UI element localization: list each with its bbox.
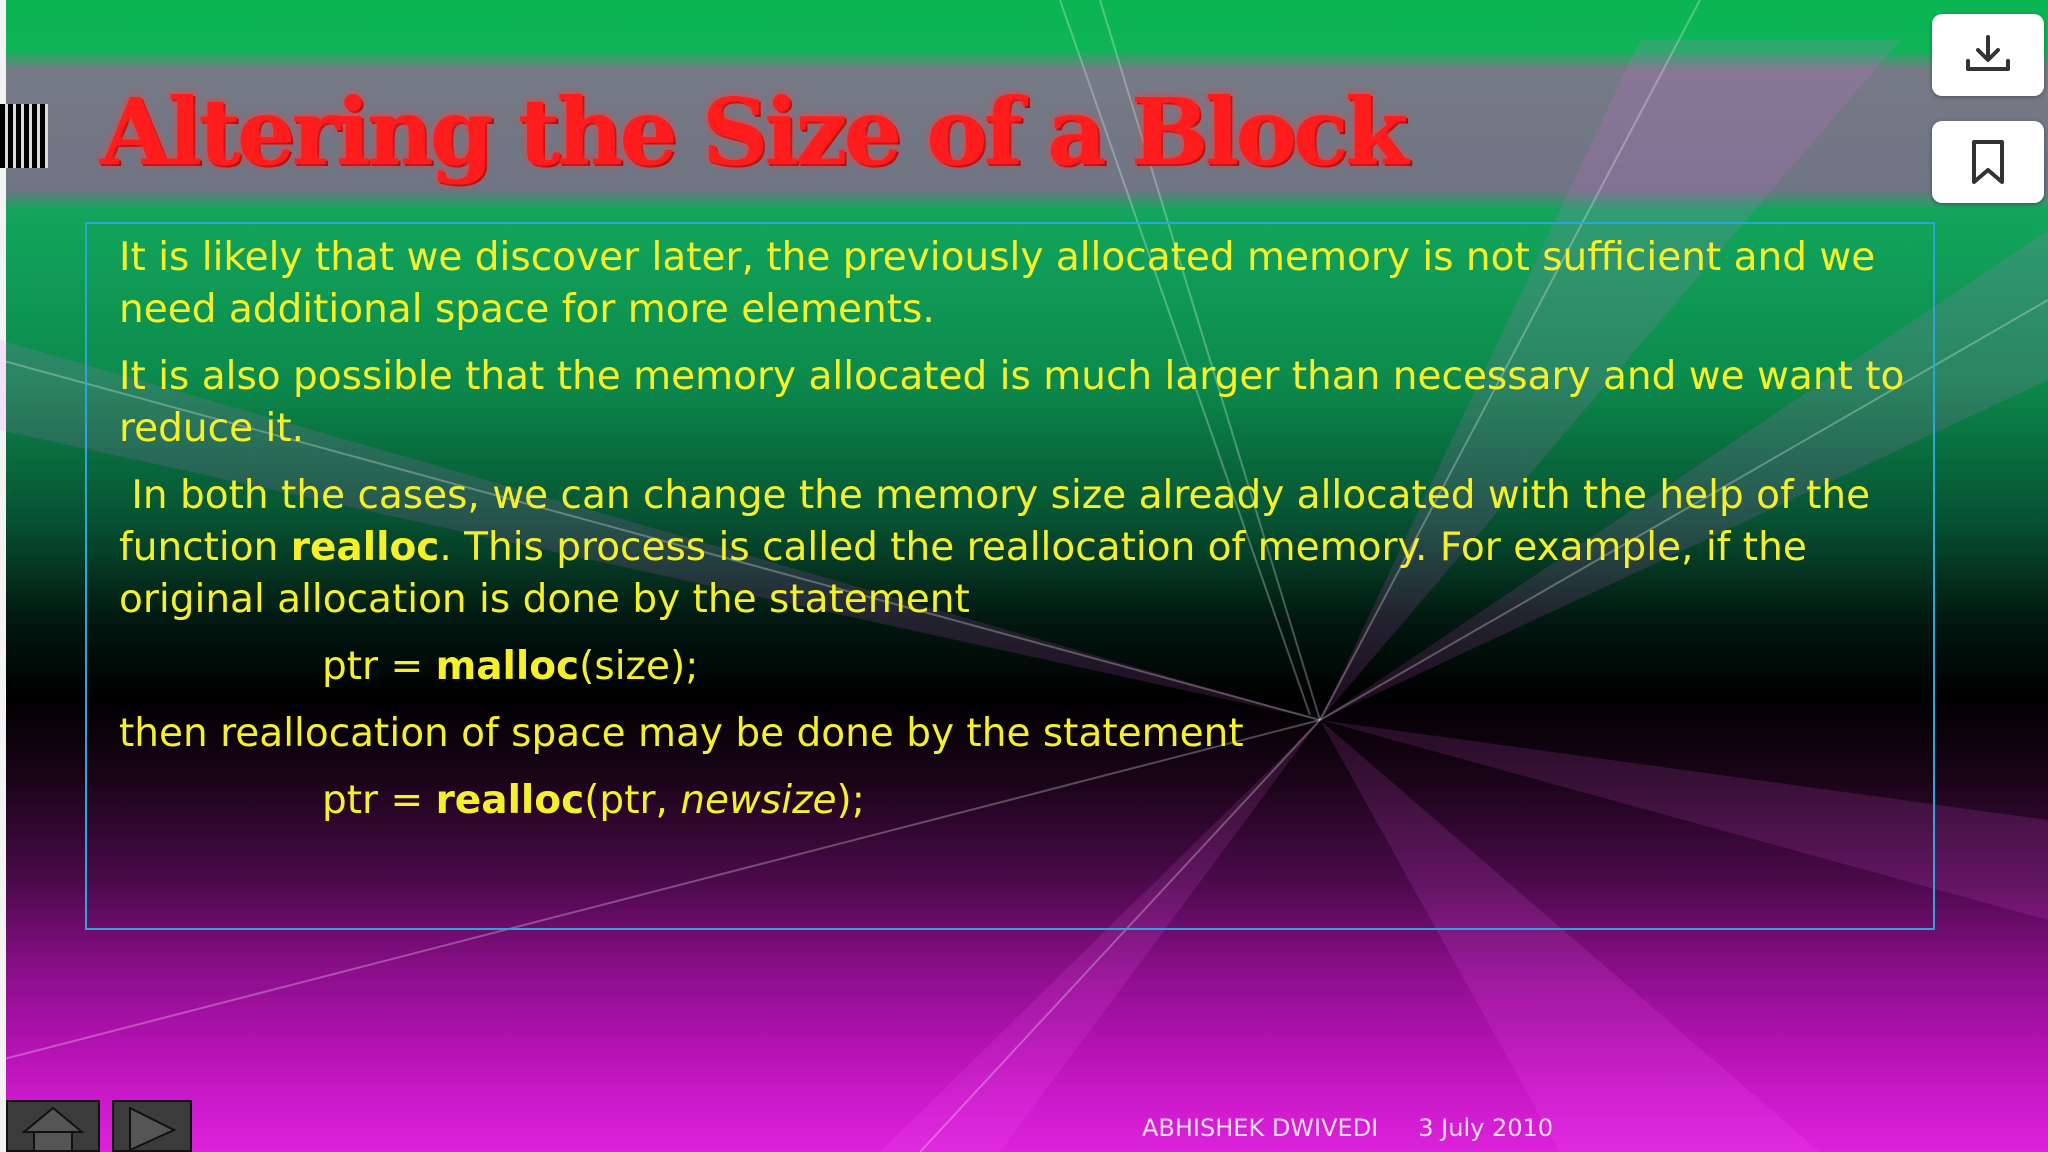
- paragraph-3: In both the cases, we can change the mem…: [119, 470, 1907, 626]
- slide-title: Altering the Size of a Block: [100, 78, 1409, 186]
- realloc-keyword: realloc: [290, 525, 440, 570]
- content-box: It is likely that we discover later, the…: [85, 222, 1935, 930]
- code-function-realloc: realloc: [435, 778, 585, 823]
- code-realloc: ptr = realloc(ptr, newsize);: [119, 775, 1907, 827]
- barcode-marker: [0, 104, 48, 168]
- next-slide-button[interactable]: [112, 1100, 192, 1152]
- code-arg-newsize: newsize: [680, 778, 837, 823]
- home-icon: [21, 1106, 85, 1150]
- slide-footer: ABHISHEK DWIVEDI 3 July 2010: [1142, 1114, 1553, 1142]
- footer-date: 3 July 2010: [1418, 1114, 1554, 1142]
- code-prefix: ptr =: [322, 644, 436, 689]
- play-next-icon: [129, 1106, 177, 1150]
- download-button[interactable]: [1932, 14, 2044, 96]
- code-prefix: ptr =: [322, 778, 436, 823]
- home-button[interactable]: [6, 1100, 100, 1152]
- paragraph-4: then reallocation of space may be done b…: [119, 711, 1244, 756]
- code-malloc: ptr = malloc(size);: [119, 641, 1907, 693]
- paragraph-2: It is also possible that the memory allo…: [119, 354, 1905, 451]
- bookmark-icon: [1972, 140, 2004, 184]
- code-args-open: (ptr,: [584, 778, 681, 823]
- bookmark-button[interactable]: [1932, 121, 2044, 203]
- footer-author: ABHISHEK DWIVEDI: [1142, 1114, 1379, 1142]
- slide: Altering the Size of a Block It is likel…: [0, 0, 2048, 1152]
- code-function-malloc: malloc: [435, 644, 580, 689]
- download-icon: [1966, 35, 2010, 71]
- code-args: (size);: [579, 644, 699, 689]
- code-args-close: );: [836, 778, 865, 823]
- paragraph-1: It is likely that we discover later, the…: [119, 235, 1876, 332]
